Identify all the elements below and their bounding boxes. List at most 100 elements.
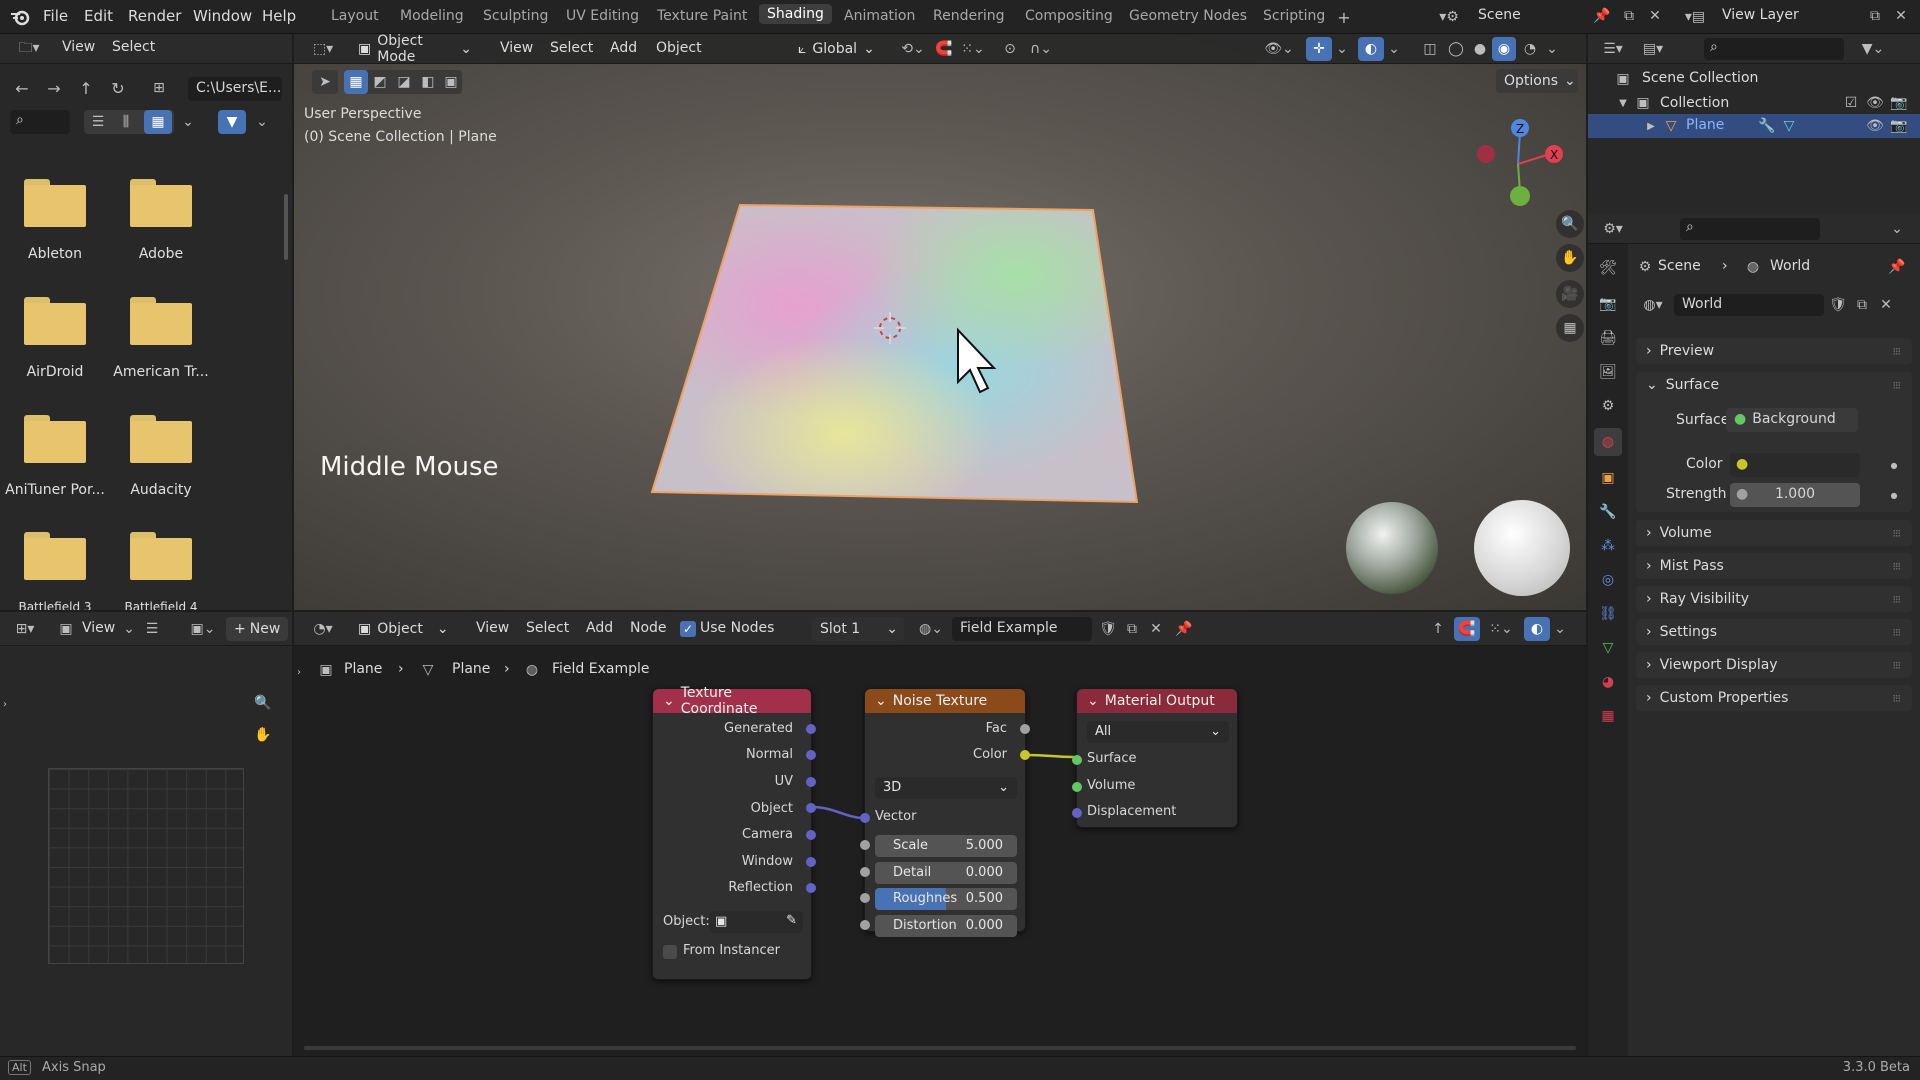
- particles-tab-icon[interactable]: ⁂: [1598, 536, 1618, 556]
- path-field[interactable]: C:\Users\E...: [188, 77, 282, 101]
- node-noise-texture[interactable]: ⌄ Noise Texture Fac Color 3D ⌄ Vector Scal…: [860, 688, 1030, 937]
- outliner-search-input[interactable]: ⌕: [1704, 38, 1844, 60]
- output-socket[interactable]: [806, 830, 816, 840]
- panel-settings[interactable]: › Settings ⁝⁝⁝: [1636, 619, 1912, 645]
- chevron-down-icon[interactable]: ⌄: [1888, 219, 1906, 239]
- eye-icon[interactable]: 👁: [1866, 117, 1884, 135]
- node-header[interactable]: ⌄ Texture Coordinate: [653, 685, 811, 717]
- menu-render[interactable]: Render: [128, 7, 181, 25]
- new-image-button[interactable]: + New: [226, 617, 288, 641]
- delete-view-layer-icon[interactable]: ✕: [1892, 7, 1910, 25]
- drag-handle-icon[interactable]: ⁝⁝⁝: [1893, 659, 1901, 672]
- physics-tab-icon[interactable]: ◎: [1598, 570, 1618, 590]
- output-socket[interactable]: [806, 750, 816, 760]
- folder-label[interactable]: Audacity: [106, 482, 216, 498]
- expand-region-icon[interactable]: ›: [0, 694, 10, 714]
- texture-tab-icon[interactable]: ▦: [1598, 706, 1618, 726]
- input-socket[interactable]: [860, 893, 870, 903]
- detail-field[interactable]: Detail 0.000: [875, 862, 1017, 884]
- filter-icon[interactable]: ▼: [218, 110, 246, 134]
- display-chevron-icon[interactable]: ⌄: [180, 112, 196, 132]
- unlink-icon[interactable]: ✕: [1876, 294, 1896, 316]
- input-socket[interactable]: [860, 920, 870, 930]
- panel-surface[interactable]: ⌄ Surface ⁝⁝⁝: [1636, 372, 1912, 398]
- folder-icon[interactable]: [24, 415, 86, 463]
- drag-handle-icon[interactable]: ⁝⁝⁝: [1893, 593, 1901, 606]
- viewport-3d[interactable]: ⬚▾ ▣ Object Mode ⌄ View Select Add Object …: [294, 34, 1586, 610]
- camera-view-icon[interactable]: 🎥: [1556, 280, 1584, 308]
- view-layer-name[interactable]: View Layer: [1722, 7, 1799, 23]
- collapse-chevron-icon[interactable]: ⌄: [1087, 693, 1099, 709]
- horizontal-scrollbar[interactable]: [304, 1046, 1576, 1050]
- folder-label[interactable]: American Tr...: [106, 364, 216, 380]
- collapse-chevron-icon[interactable]: ⌄: [663, 693, 675, 709]
- blender-logo-icon[interactable]: [8, 6, 32, 28]
- output-socket[interactable]: [1020, 724, 1030, 734]
- drag-handle-icon[interactable]: ⁝⁝⁝: [1893, 379, 1901, 392]
- input-socket[interactable]: [1072, 755, 1082, 765]
- surface-shader-field[interactable]: ● Background: [1726, 408, 1858, 432]
- folder-icon[interactable]: [130, 179, 192, 227]
- output-socket[interactable]: [806, 857, 816, 867]
- properties-search-input[interactable]: ⌕: [1680, 218, 1820, 240]
- distortion-field[interactable]: Distortion 0.000: [875, 915, 1017, 937]
- scene-collection-label[interactable]: Scene Collection: [1642, 70, 1758, 86]
- output-tab-icon[interactable]: 🖨: [1598, 328, 1618, 348]
- data-tab-icon[interactable]: ▽: [1598, 638, 1618, 658]
- view-chevron-icon[interactable]: ⌄: [122, 619, 136, 639]
- constraints-tab-icon[interactable]: ⛓: [1598, 604, 1618, 624]
- fake-user-icon[interactable]: 🛡: [1828, 294, 1848, 316]
- panel-volume[interactable]: › Volume ⁝⁝⁝: [1636, 520, 1912, 546]
- node-header[interactable]: ⌄ Material Output: [1077, 689, 1237, 713]
- folder-icon[interactable]: [24, 179, 86, 227]
- panel-ray-visibility[interactable]: › Ray Visibility ⁝⁝⁝: [1636, 586, 1912, 612]
- pan-hand-icon[interactable]: ✋: [1556, 244, 1584, 272]
- parent-dir-icon[interactable]: ↑: [76, 78, 96, 98]
- pin-icon[interactable]: 📌: [1888, 258, 1906, 276]
- new-view-layer-icon[interactable]: ⧉: [1866, 7, 1884, 25]
- output-socket[interactable]: [806, 803, 816, 813]
- folder-label[interactable]: Battlefield 3: [0, 600, 110, 610]
- tab-modeling[interactable]: Modeling: [400, 8, 464, 24]
- input-socket[interactable]: [1072, 782, 1082, 792]
- navigation-gizmo[interactable]: Z X: [1466, 114, 1576, 224]
- output-socket[interactable]: [806, 777, 816, 787]
- filter-icon[interactable]: ▼⌄: [1858, 39, 1888, 59]
- output-socket[interactable]: [806, 883, 816, 893]
- scrollbar[interactable]: [284, 194, 288, 260]
- node-material-output[interactable]: ⌄ Material Output All ⌄ Surface Volume Dis…: [1072, 688, 1238, 828]
- editor-type-icon[interactable]: ⊞▾: [8, 619, 42, 639]
- outliner-row-plane[interactable]: ▶ ▽ Plane 🔧 ▽ 👁 📷: [1588, 114, 1920, 138]
- camera-icon[interactable]: 📷: [1890, 94, 1908, 112]
- output-socket[interactable]: [1020, 750, 1030, 760]
- zoom-icon[interactable]: 🔍: [1556, 210, 1584, 238]
- menu-help[interactable]: Help: [262, 7, 296, 25]
- eye-icon[interactable]: 👁: [1866, 94, 1884, 112]
- tab-texture-paint[interactable]: Texture Paint: [657, 8, 747, 24]
- thumbnails-icon[interactable]: ▦: [144, 110, 172, 134]
- dimension-dropdown[interactable]: 3D ⌄: [875, 777, 1017, 799]
- fb-menu-view[interactable]: View: [62, 39, 95, 55]
- image-browse-icon[interactable]: ▣⌄: [186, 619, 220, 639]
- strength-field[interactable]: ● 1.000: [1730, 483, 1860, 507]
- folder-label[interactable]: Adobe: [106, 246, 216, 262]
- tab-geometry-nodes[interactable]: Geometry Nodes: [1129, 8, 1247, 24]
- scene-name[interactable]: Scene: [1478, 7, 1521, 23]
- panel-mist-pass[interactable]: › Mist Pass ⁝⁝⁝: [1636, 553, 1912, 579]
- drag-handle-icon[interactable]: ⁝⁝⁝: [1893, 345, 1901, 358]
- color-field[interactable]: ●: [1730, 453, 1860, 477]
- node-header[interactable]: ⌄ Noise Texture: [865, 689, 1025, 713]
- file-search-input[interactable]: ⌕: [10, 110, 70, 134]
- folder-icon[interactable]: [130, 297, 192, 345]
- panel-viewport-display[interactable]: › Viewport Display ⁝⁝⁝: [1636, 652, 1912, 678]
- menu-file[interactable]: File: [43, 7, 68, 25]
- menu-edit[interactable]: Edit: [84, 7, 113, 25]
- from-instancer-checkbox[interactable]: [663, 945, 677, 959]
- fb-menu-select[interactable]: Select: [112, 39, 155, 55]
- image-canvas-grid[interactable]: [48, 768, 244, 964]
- tab-shading[interactable]: Shading: [759, 4, 832, 24]
- panel-preview[interactable]: › Preview ⁝⁝⁝: [1636, 338, 1912, 364]
- from-instancer-label[interactable]: From Instancer: [683, 943, 780, 958]
- expand-chevron-icon[interactable]: ▶: [1644, 117, 1658, 135]
- material-tab-icon[interactable]: ◕: [1598, 672, 1618, 692]
